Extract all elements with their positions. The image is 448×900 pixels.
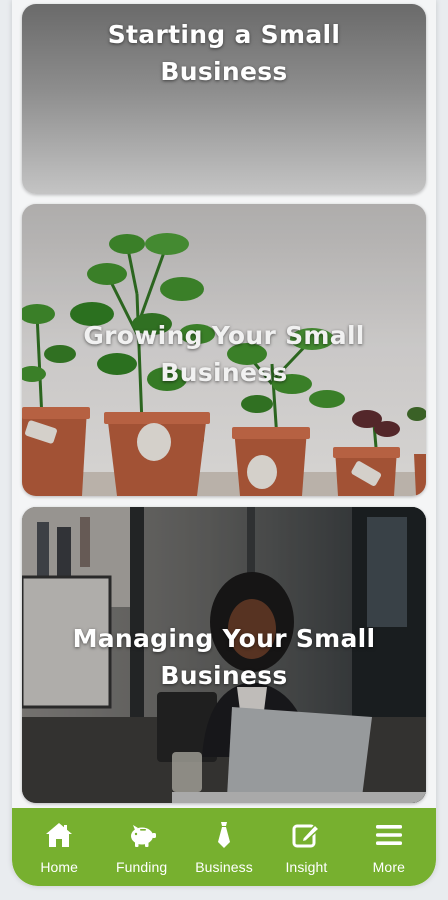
card-title: Starting a Small Business xyxy=(107,20,341,86)
card-title: Growing Your Small Business xyxy=(83,321,365,387)
tab-more[interactable]: More xyxy=(348,808,430,886)
necktie-icon xyxy=(218,822,231,848)
edit-icon xyxy=(292,823,321,848)
tab-funding[interactable]: Funding xyxy=(100,808,182,886)
card-managing-business[interactable]: Managing Your Small Business xyxy=(22,507,426,803)
card-title: Managing Your Small Business xyxy=(72,624,376,690)
tab-label: Funding xyxy=(115,859,168,875)
tab-insight[interactable]: Insight xyxy=(265,808,347,886)
app-screen: Starting a Small Business Growing Your S… xyxy=(12,0,436,886)
tab-label: Home xyxy=(40,859,79,875)
menu-icon xyxy=(375,825,402,845)
piggy-bank-icon xyxy=(130,825,156,847)
tab-label: Insight xyxy=(285,859,328,875)
tab-label: Business xyxy=(195,859,253,875)
home-icon xyxy=(46,823,73,847)
bottom-nav: Home Funding Business Insight More xyxy=(12,808,436,886)
card-starting-business[interactable]: Starting a Small Business xyxy=(22,4,426,194)
tab-home[interactable]: Home xyxy=(18,808,100,886)
tab-business[interactable]: Business xyxy=(183,808,265,886)
tab-label: More xyxy=(372,859,405,875)
card-growing-business[interactable]: Growing Your Small Business xyxy=(22,204,426,496)
